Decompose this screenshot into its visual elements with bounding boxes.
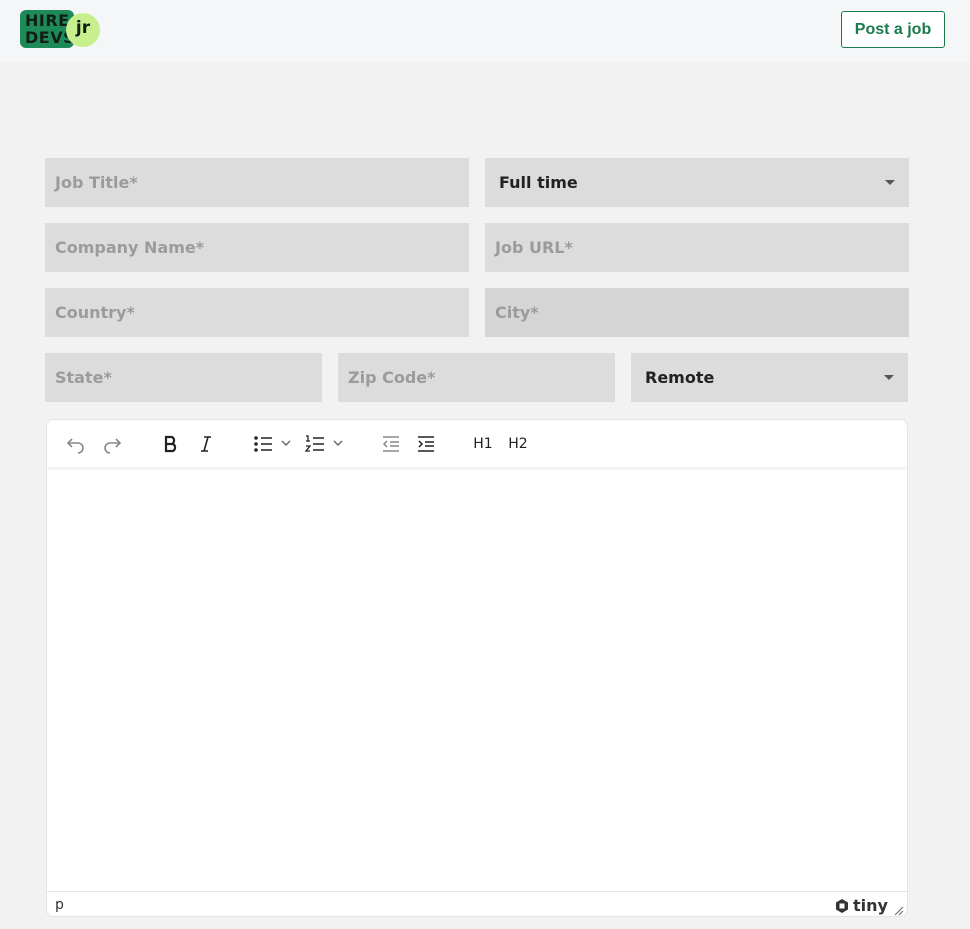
tiny-brand-label: tiny	[853, 896, 888, 915]
redo-icon[interactable]	[100, 432, 124, 456]
job-title-input[interactable]: Job Title*	[45, 158, 469, 207]
top-bar: HIRE DEVS jr Post a job	[0, 0, 970, 62]
city-input[interactable]: City*	[485, 288, 909, 337]
numbered-list-icon[interactable]	[304, 432, 348, 456]
employment-type-select[interactable]: Full time	[485, 158, 909, 207]
editor-content-area[interactable]	[47, 467, 907, 891]
employment-type-value: Full time	[499, 173, 578, 192]
resize-handle-icon[interactable]	[894, 903, 904, 916]
description-editor: H1 H2 p tiny	[46, 419, 908, 917]
element-path[interactable]: p	[55, 897, 64, 913]
tiny-brand[interactable]: tiny	[834, 896, 888, 915]
indent-icon[interactable]	[414, 432, 438, 456]
tiny-logo-icon	[836, 898, 848, 913]
caret-down-icon	[884, 375, 894, 380]
editor-toolbar: H1 H2	[47, 420, 907, 467]
editor-statusbar: p tiny	[47, 891, 907, 916]
job-url-input[interactable]: Job URL*	[485, 223, 909, 272]
state-input[interactable]: State*	[45, 353, 322, 402]
bullet-list-icon[interactable]	[252, 432, 296, 456]
work-mode-value: Remote	[645, 368, 715, 387]
bold-icon[interactable]	[159, 432, 183, 456]
company-name-input[interactable]: Company Name*	[45, 223, 469, 272]
outdent-icon[interactable]	[379, 432, 403, 456]
zip-code-input[interactable]: Zip Code*	[338, 353, 615, 402]
heading2-button[interactable]: H2	[505, 432, 531, 456]
work-mode-select[interactable]: Remote	[631, 353, 908, 402]
post-job-button[interactable]: Post a job	[841, 11, 945, 48]
logo-badge: jr	[66, 13, 100, 47]
undo-icon[interactable]	[64, 432, 88, 456]
caret-down-icon	[885, 180, 895, 185]
italic-icon[interactable]	[194, 432, 218, 456]
heading1-button[interactable]: H1	[471, 432, 495, 456]
country-input[interactable]: Country*	[45, 288, 469, 337]
logo[interactable]: HIRE DEVS jr	[20, 10, 100, 48]
